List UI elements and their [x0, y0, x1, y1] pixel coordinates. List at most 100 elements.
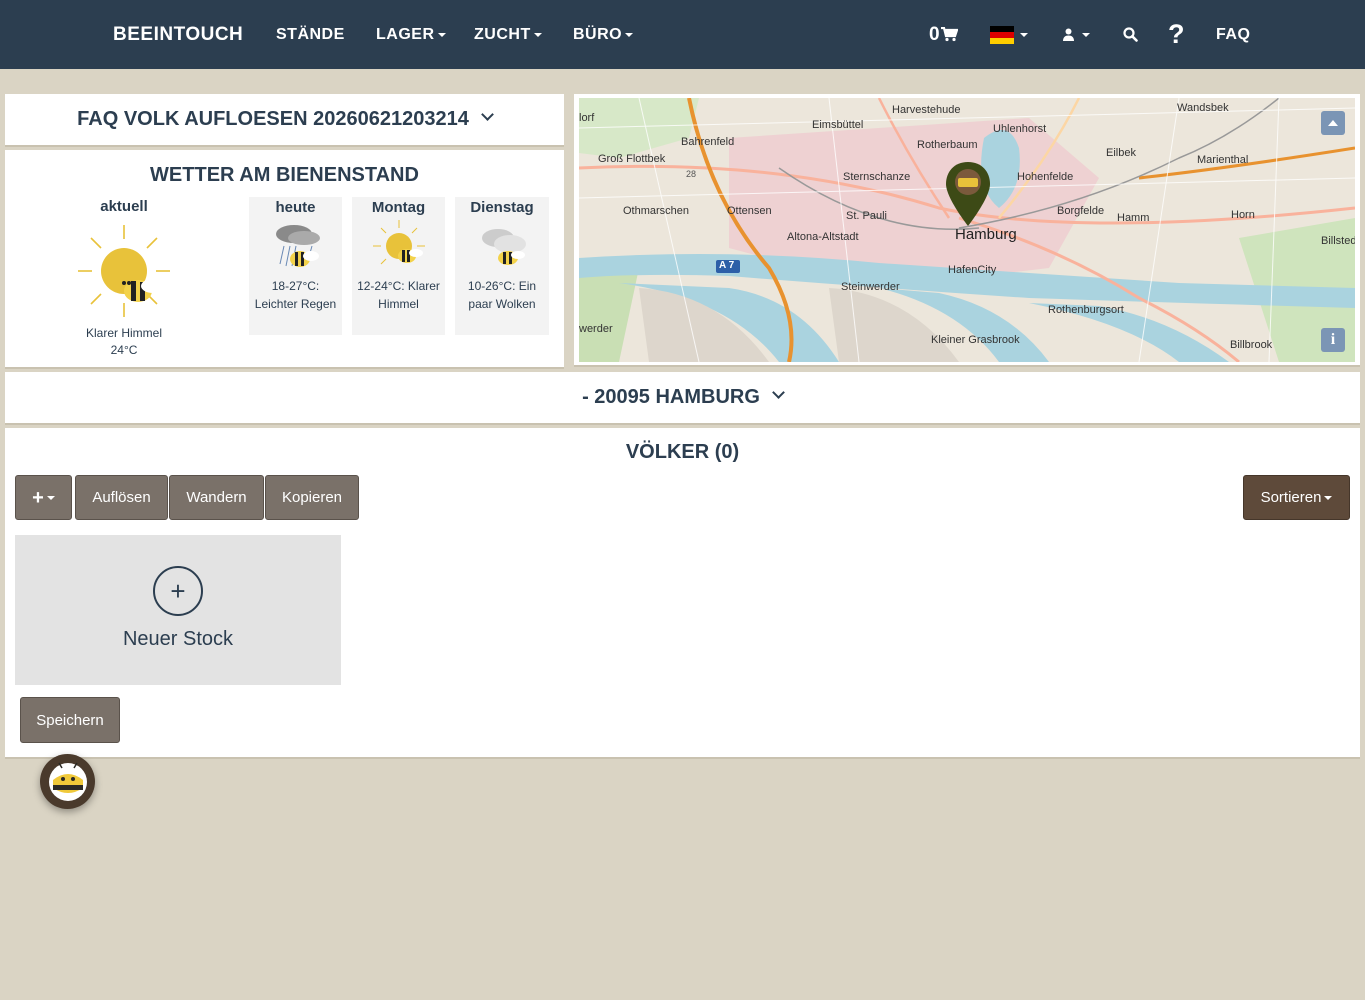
map-collapse-button[interactable]: [1321, 111, 1345, 135]
language-dropdown[interactable]: [990, 0, 1028, 69]
search-button[interactable]: [1123, 0, 1138, 69]
map-label: St. Pauli: [846, 210, 887, 222]
add-dropdown-button[interactable]: +: [15, 475, 72, 520]
caret-down-icon: [437, 32, 446, 37]
plus-icon: +: [32, 486, 44, 509]
location-panel[interactable]: - 20095 HAMBURG: [5, 372, 1360, 425]
map-label: Sternschanze: [843, 171, 911, 183]
map-label: Eilbek: [1106, 147, 1136, 159]
map-label: HafenCity: [948, 264, 997, 276]
map-label: Bahrenfeld: [681, 136, 735, 148]
map-label: Eimsbüttel: [812, 119, 864, 131]
brand-logo-link[interactable]: BEEINTOUCH: [113, 0, 243, 69]
help-button[interactable]: ?: [1168, 0, 1185, 69]
caret-down-icon: [46, 495, 55, 500]
forecast-day-label: Montag: [371, 199, 426, 216]
caret-down-icon: [1082, 32, 1090, 37]
nav-staende[interactable]: STÄNDE: [276, 0, 345, 69]
sort-dropdown-button[interactable]: Sortieren: [1243, 475, 1350, 520]
forecast-day: Montag 12-24°C: Klarer Himmel: [352, 197, 445, 335]
sort-label: Sortieren: [1260, 489, 1322, 506]
user-icon: [1063, 28, 1074, 41]
map-label: Othmarschen: [623, 205, 690, 217]
map-road-number: 28: [686, 169, 697, 179]
map-label: Hamm: [1117, 212, 1150, 224]
cart-button[interactable]: 0: [929, 0, 959, 69]
map-label: Hohenfelde: [1017, 171, 1074, 183]
map-label: Steinwerder: [841, 281, 900, 293]
map-label: Billstedt: [1321, 235, 1355, 247]
new-hive-label: Neuer Stock: [122, 628, 234, 650]
triangle-up-icon: [1328, 120, 1338, 126]
forecast-day: Dienstag 10-26°C: Ein paar Wolken: [455, 197, 549, 335]
map-label: Horn: [1231, 209, 1255, 221]
weather-panel: WETTER AM BIENENSTAND aktuell Klarer Him…: [5, 150, 564, 369]
nav-zucht-label: ZUCHT: [474, 25, 531, 43]
apiary-title: FAQ VOLK AUFLOESEN 20260621203214: [77, 108, 469, 130]
plus-circle-icon: +: [153, 566, 203, 616]
map-label: Kleiner Grasbrook: [931, 334, 1020, 346]
bee-assistant-button[interactable]: [40, 754, 95, 809]
map-view[interactable]: lorf Harvestehude Wandsbek Eimsbüttel Uh…: [579, 98, 1355, 362]
map-label: Hamburg: [955, 226, 1017, 243]
map-label: Groß Flottbek: [598, 153, 666, 165]
map-label: Marienthal: [1197, 154, 1249, 166]
map-label: Borgfelde: [1057, 205, 1105, 217]
question-icon: ?: [1168, 19, 1185, 49]
nav-buero-dropdown[interactable]: BÜRO: [573, 0, 634, 69]
forecast-day-label: heute: [275, 199, 316, 216]
map-label: Rotherbaum: [917, 139, 978, 151]
info-icon: i: [1330, 331, 1336, 348]
map-label: Billbrook: [1230, 339, 1273, 351]
forecast-day: heute 18-27°C: Leichter Regen: [249, 197, 342, 335]
top-navbar: BEEINTOUCH STÄNDE LAGER ZUCHT BÜRO 0 ? F…: [0, 0, 1365, 69]
colonies-panel: VÖLKER (0) + Auflösen Wandern Kopieren S…: [5, 428, 1360, 759]
save-button[interactable]: Speichern: [20, 697, 120, 743]
german-flag-icon: [990, 25, 1014, 44]
cart-count: 0: [929, 23, 941, 45]
forecast-day-text: 12-24°C: Klarer Himmel: [357, 279, 440, 311]
caret-down-icon: [533, 32, 542, 37]
caret-down-icon: [1324, 495, 1333, 500]
nav-faq[interactable]: FAQ: [1216, 0, 1250, 69]
sun-bee-icon: [78, 225, 170, 317]
cart-icon: [941, 27, 959, 42]
map-label: Altona-Altstadt: [787, 231, 859, 243]
nav-lager-label: LAGER: [376, 25, 435, 43]
forecast-day-label: Dienstag: [470, 199, 534, 216]
map-label: Wandsbek: [1177, 102, 1229, 114]
nav-staende-label: STÄNDE: [276, 25, 345, 43]
user-menu-dropdown[interactable]: [1062, 0, 1090, 69]
map-road-shield: A 7: [719, 260, 735, 271]
colonies-heading: VÖLKER (0): [625, 441, 740, 463]
map-info-button[interactable]: i: [1321, 328, 1345, 352]
nav-zucht-dropdown[interactable]: ZUCHT: [474, 0, 542, 69]
weather-current: aktuell Klarer Himmel 24°C: [60, 198, 188, 363]
map-label: Rothenburgsort: [1048, 304, 1124, 316]
chevron-down-icon: [480, 108, 494, 121]
rain-bee-icon: [275, 225, 320, 267]
location-title: - 20095 HAMBURG: [582, 386, 760, 408]
migrate-button[interactable]: Wandern: [169, 475, 264, 520]
new-hive-card[interactable]: + Neuer Stock: [15, 535, 341, 685]
map-label: werder: [579, 323, 613, 335]
map-label: Uhlenhorst: [993, 123, 1047, 135]
copy-button[interactable]: Kopieren: [265, 475, 359, 520]
dissolve-button[interactable]: Auflösen: [75, 475, 168, 520]
chevron-down-icon: [772, 386, 785, 399]
map-label: lorf: [579, 112, 595, 124]
search-icon: [1123, 27, 1138, 42]
sun-bee-icon: [372, 220, 425, 265]
weather-current-temp: 24°C: [110, 343, 138, 357]
caret-down-icon: [625, 32, 634, 37]
forecast-day-text: 18-27°C: Leichter Regen: [254, 279, 337, 311]
weather-current-label: aktuell: [100, 198, 148, 215]
bee-face-icon: [48, 762, 87, 801]
weather-heading: WETTER AM BIENENSTAND: [150, 164, 419, 186]
map-label: Ottensen: [727, 205, 772, 217]
forecast-day-text: 10-26°C: Ein paar Wolken: [467, 279, 537, 311]
nav-lager-dropdown[interactable]: LAGER: [376, 0, 446, 69]
apiary-title-panel[interactable]: FAQ VOLK AUFLOESEN 20260621203214: [5, 94, 564, 147]
nav-buero-label: BÜRO: [573, 25, 623, 43]
cloud-bee-icon: [482, 229, 526, 265]
